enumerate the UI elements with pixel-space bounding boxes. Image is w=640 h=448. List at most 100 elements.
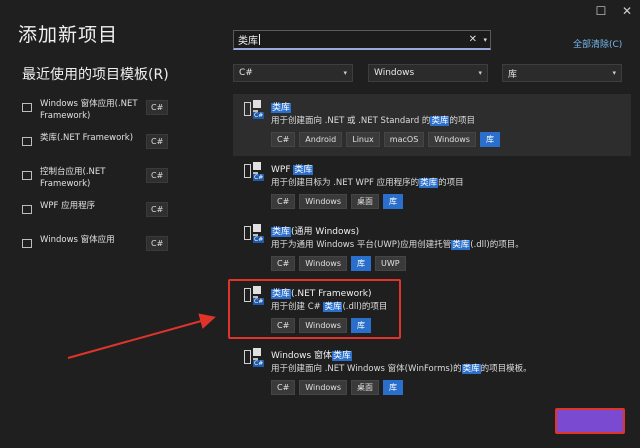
- template-tag: 库: [351, 256, 372, 271]
- template-results-list: C# 类库 用于创建面向 .NET 或 .NET Standard 的类库的项目 C#…: [233, 94, 631, 404]
- template-name: WPF 类库: [271, 162, 314, 175]
- template-tag: Windows: [299, 380, 348, 395]
- annotation-highlight-box: [228, 279, 401, 339]
- language-badge: C#: [146, 100, 169, 115]
- class-library-icon: C#: [243, 224, 265, 244]
- template-name-part: 类库: [271, 103, 292, 113]
- template-tag: Windows: [299, 194, 348, 209]
- template-tag: Windows: [299, 256, 348, 271]
- template-description-part: 的项目: [438, 178, 464, 188]
- template-description-part: 类库: [419, 178, 439, 188]
- template-tags: C# Windows 桌面库: [271, 380, 404, 395]
- template-description-part: 类库: [461, 364, 481, 374]
- project-type-filter-value: 库: [508, 69, 518, 80]
- next-button[interactable]: [555, 408, 625, 434]
- template-name: 类库: [271, 100, 292, 113]
- recent-template-label: Windows 窗体应用(.NET Framework): [40, 99, 138, 121]
- recent-template-item[interactable]: WPF 应用程序 C#: [22, 200, 172, 234]
- class-library-icon: C#: [243, 162, 265, 182]
- language-badge: C#: [146, 236, 169, 251]
- template-description-part: 的项目: [449, 116, 475, 126]
- template-description-part: 类库: [451, 240, 471, 250]
- language-badge: C#: [146, 168, 169, 183]
- maximize-button[interactable]: ☐: [588, 0, 614, 22]
- recent-template-label: WPF 应用程序: [40, 201, 96, 211]
- project-type-filter[interactable]: 库 ▾: [502, 64, 622, 82]
- template-icon: [22, 171, 32, 180]
- template-description-part: (.dll)的项目。: [470, 240, 524, 250]
- template-tag: C#: [271, 132, 296, 147]
- template-tag: Android: [299, 132, 343, 147]
- language-badge: C#: [146, 134, 169, 149]
- search-value: 类库: [238, 36, 258, 47]
- template-icon: [22, 239, 32, 248]
- template-name-part: Windows 窗体: [271, 351, 333, 361]
- language-filter[interactable]: C# ▾: [233, 64, 353, 82]
- template-tag: UWP: [375, 256, 406, 271]
- platform-filter-value: Windows: [374, 68, 415, 78]
- language-badge: C#: [146, 202, 169, 217]
- template-card[interactable]: C# 类库(通用 Windows) 用于为通用 Windows 平台(UWP)应用创…: [233, 218, 631, 280]
- template-icon: [22, 137, 32, 146]
- platform-filter[interactable]: Windows ▾: [368, 64, 488, 82]
- template-description: 用于创建面向 .NET 或 .NET Standard 的类库的项目: [271, 114, 475, 126]
- recent-template-label: Windows 窗体应用: [40, 235, 115, 245]
- template-description: 用于创建目标为 .NET WPF 应用程序的类库的项目: [271, 176, 464, 188]
- template-tags: C# Windows 库 UWP: [271, 256, 406, 271]
- template-name: Windows 窗体类库: [271, 348, 353, 361]
- recent-templates-list: Windows 窗体应用(.NET Framework) C# 类库(.NET Fr…: [22, 98, 172, 268]
- dialog-title: 添加新项目: [18, 24, 119, 46]
- template-name-part: 类库: [332, 351, 353, 361]
- template-tag: 桌面: [351, 380, 380, 395]
- template-card[interactable]: C# Windows 窗体类库 用于创建面向 .NET Windows 窗体(Win…: [233, 342, 631, 404]
- template-name: 类库(通用 Windows): [271, 224, 359, 237]
- class-library-icon: C#: [243, 100, 265, 120]
- template-name-part: 类库: [293, 165, 314, 175]
- language-filter-value: C#: [239, 68, 253, 78]
- chevron-down-icon: ▾: [343, 69, 347, 77]
- clear-all-link[interactable]: 全部清除(C): [573, 37, 622, 50]
- recent-templates-heading: 最近使用的项目模板(R): [22, 67, 169, 83]
- template-name-part: WPF: [271, 165, 294, 175]
- template-tag: C#: [271, 256, 296, 271]
- recent-template-item[interactable]: Windows 窗体应用(.NET Framework) C#: [22, 98, 172, 132]
- template-tags: C# Android Linux macOS Windows 库: [271, 132, 500, 147]
- template-tag: 库: [479, 132, 500, 147]
- template-tags: C# Windows 桌面库: [271, 194, 404, 209]
- template-tag: 库: [383, 380, 404, 395]
- template-card[interactable]: C# 类库 用于创建面向 .NET 或 .NET Standard 的类库的项目 C#…: [233, 94, 631, 156]
- template-description-part: 用于为通用 Windows 平台(UWP)应用创建托管: [271, 240, 452, 250]
- template-icon: [22, 205, 32, 214]
- recent-template-item[interactable]: 控制台应用(.NET Framework) C#: [22, 166, 172, 200]
- template-tag: C#: [271, 380, 296, 395]
- template-tag: 桌面: [351, 194, 380, 209]
- text-caret: [259, 34, 260, 45]
- template-tag: Windows: [428, 132, 476, 147]
- template-description-part: 用于创建面向 .NET Windows 窗体(WinForms)的: [271, 364, 462, 374]
- chevron-down-icon: ▾: [612, 69, 616, 77]
- template-description-part: 用于创建目标为 .NET WPF 应用程序的: [271, 178, 420, 188]
- add-new-project-dialog: ☐ ✕ 添加新项目 最近使用的项目模板(R) Windows 窗体应用(.NET…: [0, 0, 640, 448]
- recent-template-label: 控制台应用(.NET Framework): [40, 167, 106, 189]
- class-library-icon: C#: [243, 348, 265, 368]
- template-description: 用于创建面向 .NET Windows 窗体(WinForms)的类库的项目模板…: [271, 362, 532, 374]
- template-description: 用于为通用 Windows 平台(UWP)应用创建托管类库(.dll)的项目。: [271, 238, 524, 250]
- recent-template-item[interactable]: 类库(.NET Framework) C#: [22, 132, 172, 166]
- search-input[interactable]: 类库 ✕ ▾: [233, 30, 491, 50]
- template-description-part: 用于创建面向 .NET 或 .NET Standard 的: [271, 116, 431, 126]
- search-history-dropdown-icon[interactable]: ▾: [483, 36, 487, 44]
- template-icon: [22, 103, 32, 112]
- chevron-down-icon: ▾: [478, 69, 482, 77]
- recent-template-label: 类库(.NET Framework): [40, 133, 134, 143]
- template-description-part: 的项目模板。: [480, 364, 532, 374]
- template-tag: 库: [383, 194, 404, 209]
- template-tag: C#: [271, 194, 296, 209]
- close-button[interactable]: ✕: [614, 0, 640, 22]
- template-description-part: 类库: [430, 116, 450, 126]
- template-tag: macOS: [383, 132, 425, 147]
- template-card[interactable]: C# WPF 类库 用于创建目标为 .NET WPF 应用程序的类库的项目 C# Win…: [233, 156, 631, 218]
- template-name-part: 类库: [271, 227, 292, 237]
- template-tag: Linux: [346, 132, 380, 147]
- clear-search-icon[interactable]: ✕: [469, 34, 477, 45]
- recent-template-item[interactable]: Windows 窗体应用 C#: [22, 234, 172, 268]
